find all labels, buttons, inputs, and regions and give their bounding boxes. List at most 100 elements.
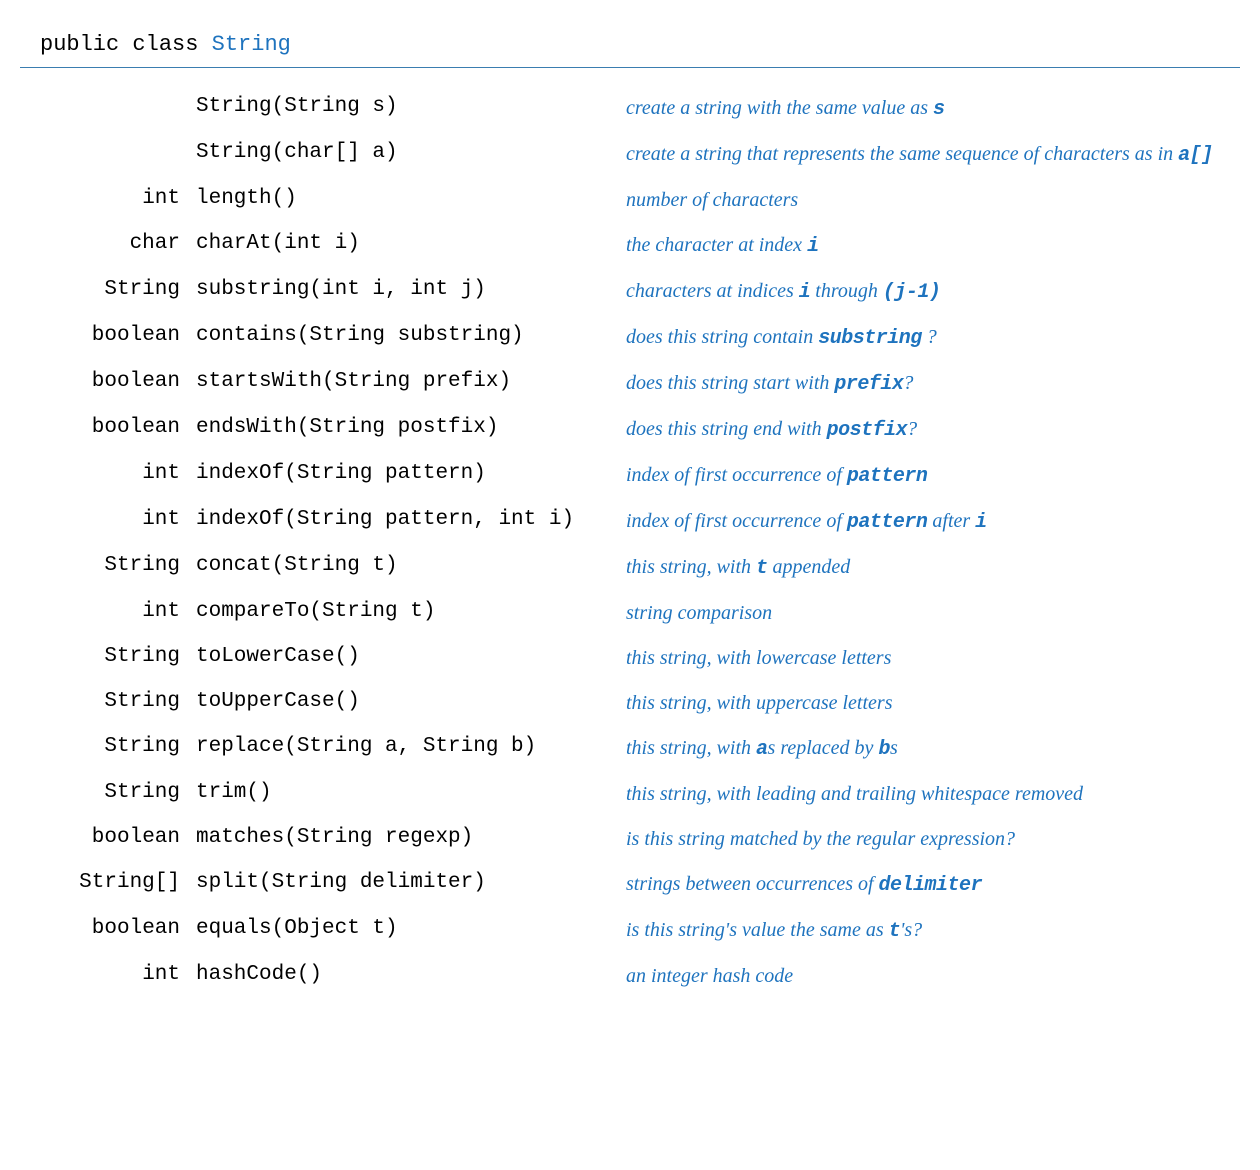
description-text: is this string's value the same as [626, 919, 889, 941]
class-keyword: public class [40, 32, 198, 57]
method-description: index of first occurrence of pattern [626, 462, 1240, 490]
description-text: index of first occurrence of [626, 510, 847, 532]
method-description: this string, with t appended [626, 554, 1240, 582]
description-text: characters at indices [626, 280, 799, 302]
description-text: this string, with leading and trailing w… [626, 783, 1083, 805]
method-signature: replace(String a, String b) [196, 735, 626, 758]
method-row: StringtoLowerCase()this string, with low… [20, 636, 1240, 681]
method-signature: toUpperCase() [196, 690, 626, 713]
inline-code: i [807, 235, 819, 258]
method-signature: String(char[] a) [196, 141, 626, 164]
description-text: does this string end with [626, 418, 827, 440]
method-signature: equals(Object t) [196, 917, 626, 940]
method-signature: startsWith(String prefix) [196, 370, 626, 393]
method-signature: endsWith(String postfix) [196, 416, 626, 439]
method-signature: String(String s) [196, 95, 626, 118]
method-description: does this string start with prefix? [626, 370, 1240, 398]
method-row: String[]split(String delimiter)strings b… [20, 862, 1240, 908]
description-text: number of characters [626, 189, 798, 211]
method-signature: trim() [196, 781, 626, 804]
method-description: string comparison [626, 600, 1240, 627]
method-description: characters at indices i through (j-1) [626, 278, 1240, 306]
description-text: ? [922, 326, 937, 348]
method-row: Stringreplace(String a, String b)this st… [20, 726, 1240, 772]
return-type: int [20, 187, 196, 210]
method-row: booleanendsWith(String postfix)does this… [20, 407, 1240, 453]
method-description: does this string contain substring ? [626, 324, 1240, 352]
method-description: an integer hash code [626, 963, 1240, 990]
description-text: ? [903, 372, 913, 394]
description-text: appended [768, 556, 851, 578]
description-text: s replaced by [768, 737, 879, 759]
return-type: int [20, 600, 196, 623]
description-text: through [810, 280, 883, 302]
method-description: the character at index i [626, 232, 1240, 260]
inline-code: a[] [1178, 144, 1213, 167]
description-text: create a string that represents the same… [626, 143, 1178, 165]
inline-code: s [933, 98, 945, 121]
description-text: this string, with uppercase letters [626, 692, 892, 714]
description-text: an integer hash code [626, 965, 793, 987]
method-signature: hashCode() [196, 963, 626, 986]
method-description: index of first occurrence of pattern aft… [626, 508, 1240, 536]
inline-code: a [756, 738, 768, 761]
description-text: string comparison [626, 602, 772, 624]
method-signature: indexOf(String pattern) [196, 462, 626, 485]
class-name: String [212, 32, 291, 57]
return-type: boolean [20, 324, 196, 347]
method-description: create a string with the same value as s [626, 95, 1240, 123]
return-type: String [20, 735, 196, 758]
method-signature: contains(String substring) [196, 324, 626, 347]
method-description: this string, with as replaced by bs [626, 735, 1240, 763]
method-row: intlength()number of characters [20, 178, 1240, 223]
return-type: boolean [20, 416, 196, 439]
description-text: this string, with [626, 556, 756, 578]
description-text: ? [907, 418, 917, 440]
method-row: Stringtrim()this string, with leading an… [20, 772, 1240, 817]
method-description: is this string's value the same as t's? [626, 917, 1240, 945]
method-description: does this string end with postfix? [626, 416, 1240, 444]
method-row: booleanequals(Object t)is this string's … [20, 908, 1240, 954]
return-type: char [20, 232, 196, 255]
method-signature: charAt(int i) [196, 232, 626, 255]
return-type: int [20, 508, 196, 531]
return-type: int [20, 462, 196, 485]
method-signature: split(String delimiter) [196, 871, 626, 894]
description-text: 's? [900, 919, 922, 941]
method-row: booleancontains(String substring)does th… [20, 315, 1240, 361]
inline-code: t [756, 557, 768, 580]
description-text: s [890, 737, 898, 759]
method-signature: length() [196, 187, 626, 210]
method-row: Stringconcat(String t)this string, with … [20, 545, 1240, 591]
method-row: StringtoUpperCase()this string, with upp… [20, 681, 1240, 726]
return-type: String [20, 781, 196, 804]
method-row: charcharAt(int i)the character at index … [20, 223, 1240, 269]
method-description: is this string matched by the regular ex… [626, 826, 1240, 853]
method-row: inthashCode()an integer hash code [20, 954, 1240, 999]
method-signature: indexOf(String pattern, int i) [196, 508, 626, 531]
inline-code: (j-1) [883, 281, 941, 304]
method-signature: compareTo(String t) [196, 600, 626, 623]
description-text: strings between occurrences of [626, 873, 879, 895]
method-description: this string, with lowercase letters [626, 645, 1240, 672]
method-row: intindexOf(String pattern, int i)index o… [20, 499, 1240, 545]
method-signature: toLowerCase() [196, 645, 626, 668]
return-type: String [20, 278, 196, 301]
method-row: String(char[] a)create a string that rep… [20, 132, 1240, 178]
method-list: String(String s)create a string with the… [20, 68, 1240, 999]
method-row: intindexOf(String pattern)index of first… [20, 453, 1240, 499]
return-type: String [20, 645, 196, 668]
description-text: this string, with [626, 737, 756, 759]
method-row: booleanstartsWith(String prefix)does thi… [20, 361, 1240, 407]
description-text: this string, with lowercase letters [626, 647, 891, 669]
method-row: Stringsubstring(int i, int j)characters … [20, 269, 1240, 315]
method-description: this string, with leading and trailing w… [626, 781, 1240, 808]
return-type: boolean [20, 370, 196, 393]
return-type: String[] [20, 871, 196, 894]
method-row: intcompareTo(String t)string comparison [20, 591, 1240, 636]
method-signature: concat(String t) [196, 554, 626, 577]
inline-code: pattern [847, 465, 928, 488]
description-text: does this string start with [626, 372, 834, 394]
return-type: int [20, 963, 196, 986]
method-row: String(String s)create a string with the… [20, 86, 1240, 132]
